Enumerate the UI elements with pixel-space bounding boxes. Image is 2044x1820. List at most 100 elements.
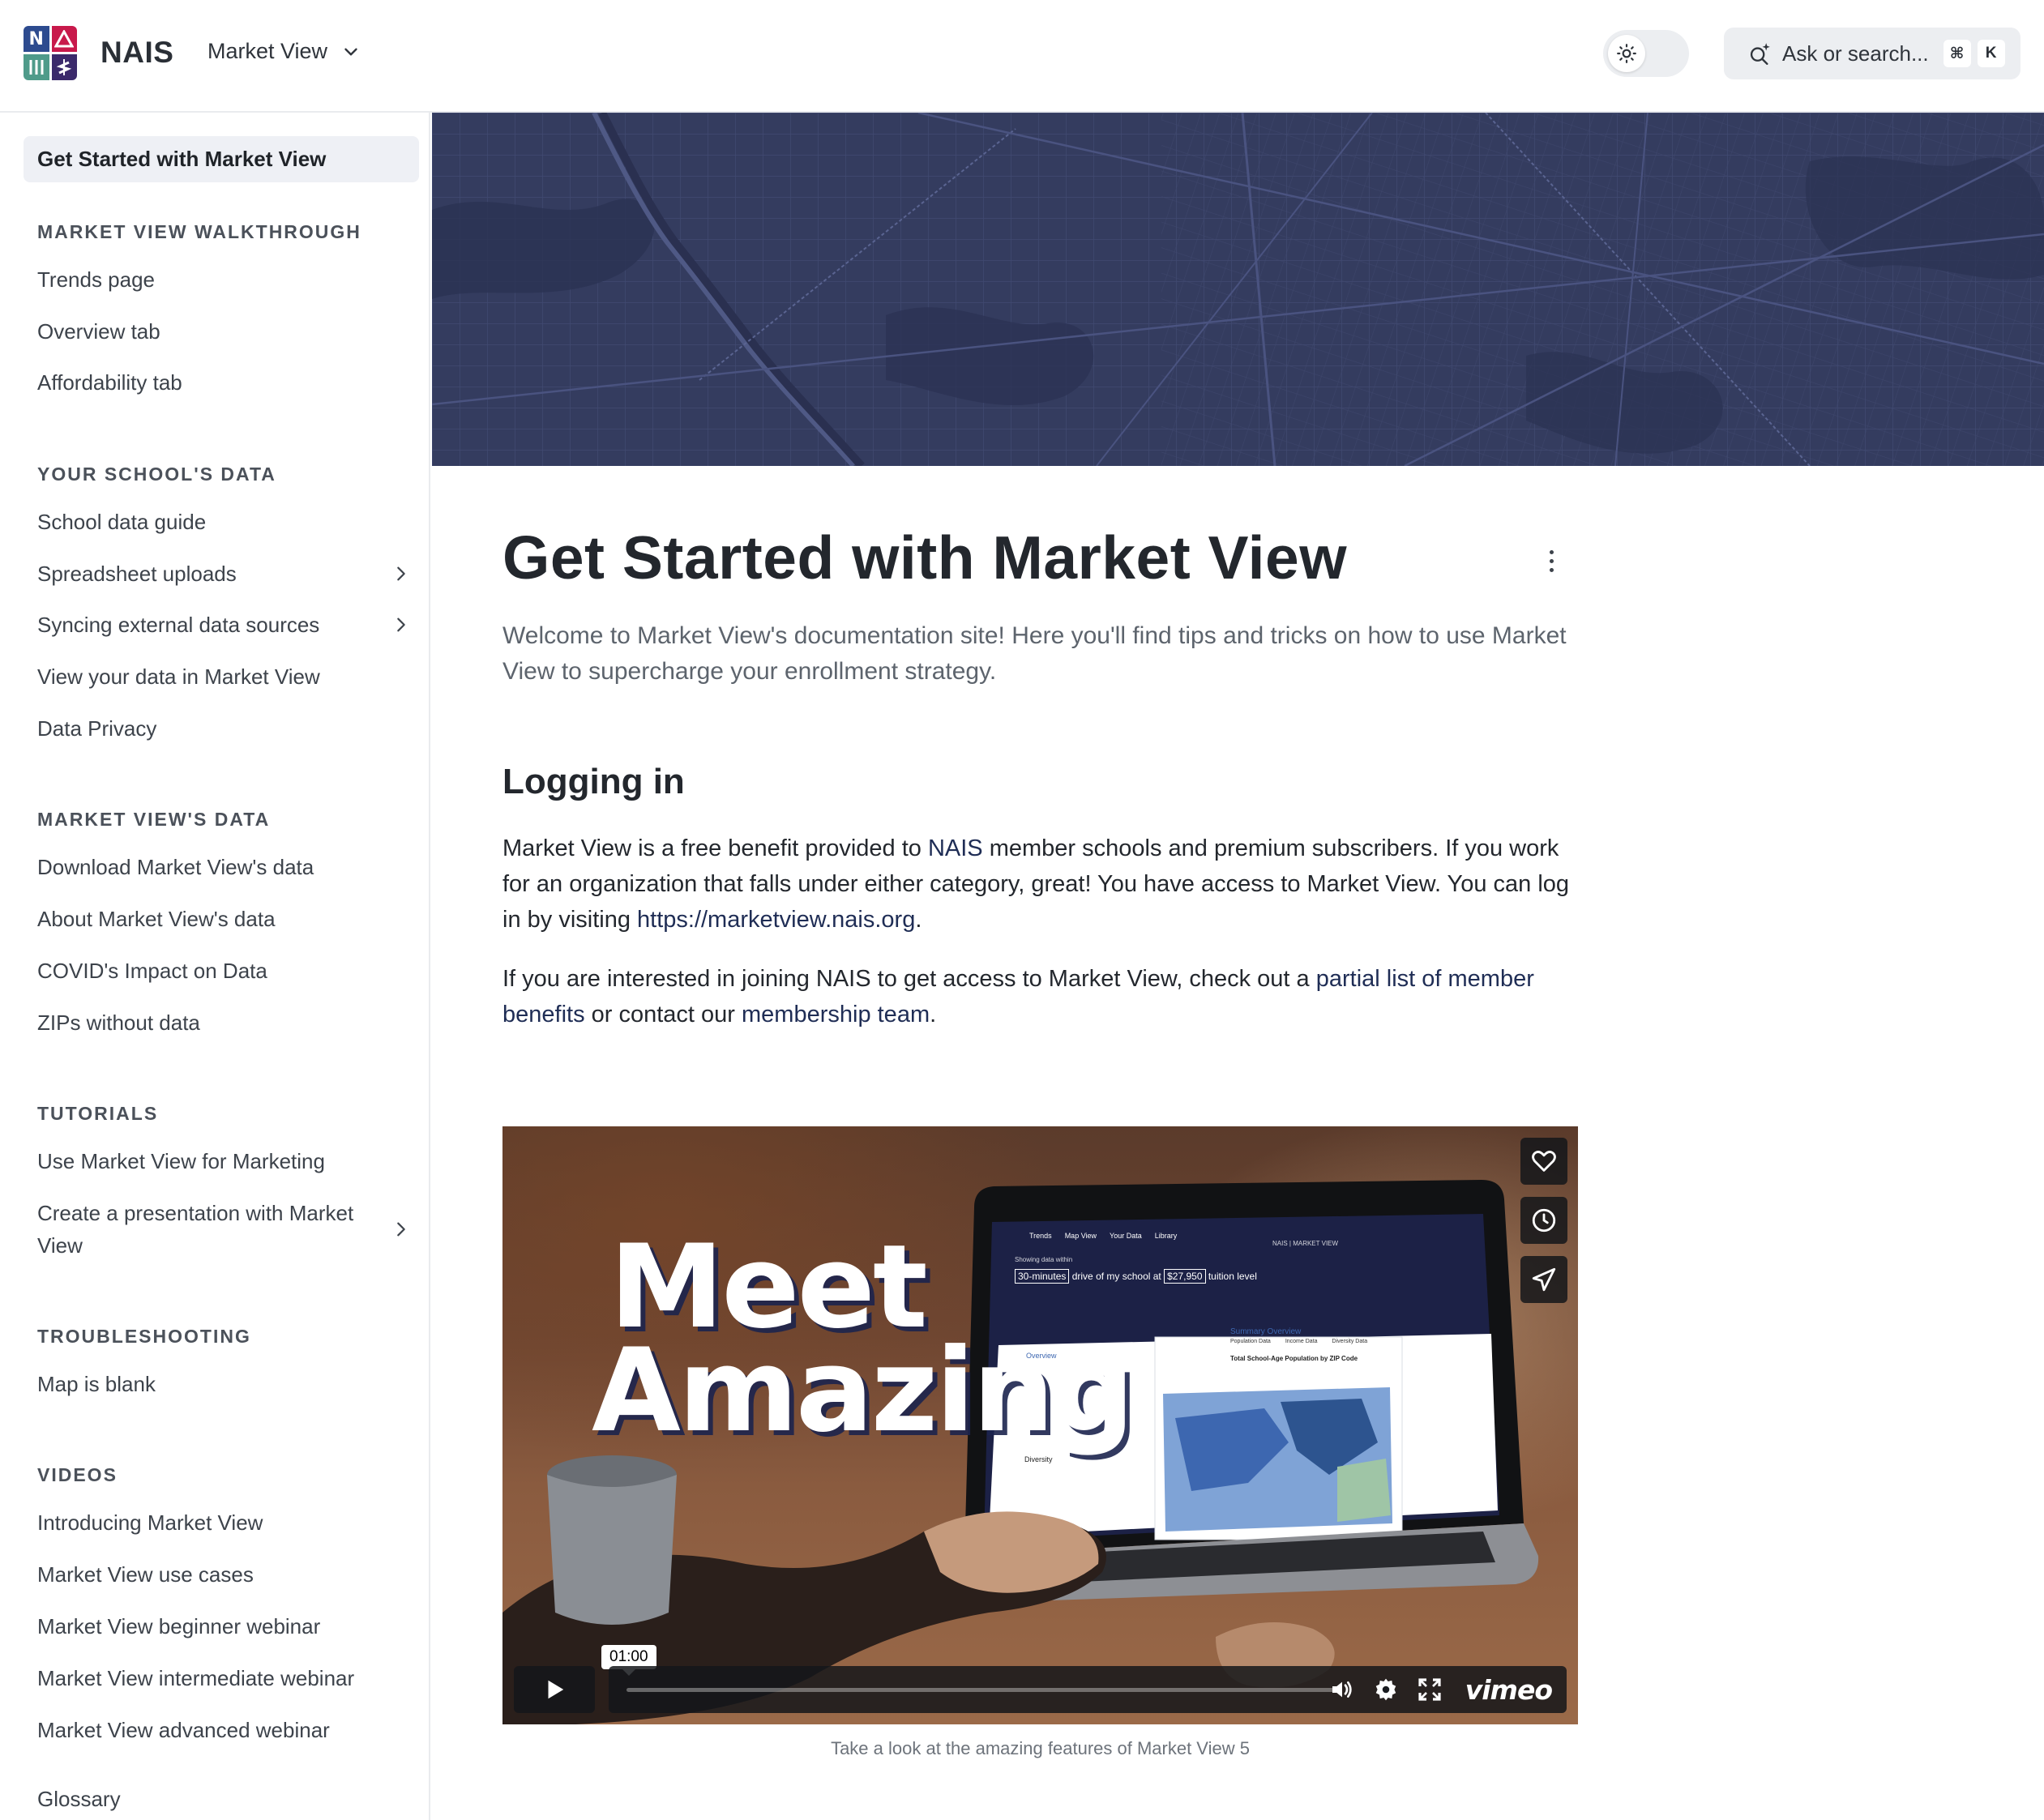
brand-name[interactable]: NAIS bbox=[100, 36, 173, 70]
sidebar-item-label: Affordability tab bbox=[37, 370, 182, 395]
marketview-url-link[interactable]: https://marketview.nais.org bbox=[637, 907, 915, 933]
sidebar-item-affordability-tab[interactable]: Affordability tab bbox=[37, 366, 410, 399]
sidebar-item-spreadsheet-uploads[interactable]: Spreadsheet uploads bbox=[37, 558, 410, 590]
clock-icon bbox=[1532, 1208, 1556, 1233]
logo-bars bbox=[24, 54, 49, 80]
cover-image-map bbox=[432, 113, 2044, 466]
sidebar-item-download-data[interactable]: Download Market View's data bbox=[37, 851, 410, 883]
video-mug-illustration bbox=[547, 1455, 677, 1625]
settings-gear-icon[interactable] bbox=[1373, 1677, 1399, 1703]
chevron-right-icon[interactable] bbox=[392, 616, 410, 634]
sidebar-item-label: Glossary bbox=[37, 1787, 121, 1811]
fullscreen-icon[interactable] bbox=[1417, 1677, 1443, 1703]
video-player[interactable]: Trends Map View Your Data Library NAIS |… bbox=[502, 1126, 1578, 1724]
sidebar-item-data-privacy[interactable]: Data Privacy bbox=[37, 712, 410, 745]
play-button[interactable] bbox=[514, 1666, 595, 1713]
sidebar-item-overview-tab[interactable]: Overview tab bbox=[37, 315, 410, 348]
sidebar-item-advanced-webinar[interactable]: Market View advanced webinar bbox=[37, 1714, 410, 1746]
headline-line-2: Amazing bbox=[592, 1324, 1135, 1458]
para-text: Market View is a free benefit provided t… bbox=[502, 835, 928, 861]
screen-panel-tab: Diversity Data bbox=[1332, 1339, 1368, 1344]
sidebar-item-school-data-guide[interactable]: School data guide bbox=[37, 506, 410, 538]
video-control-bar: vimeo bbox=[609, 1666, 1567, 1713]
sidebar-item-label: Download Market View's data bbox=[37, 855, 314, 879]
nais-link[interactable]: NAIS bbox=[928, 835, 983, 861]
sidebar-item-trends-page[interactable]: Trends page bbox=[37, 263, 410, 296]
sidebar-item-label: Create a presentation with Market View bbox=[37, 1201, 354, 1258]
sidebar-item-label: Market View intermediate webinar bbox=[37, 1666, 355, 1690]
sidebar-item-label: Market View use cases bbox=[37, 1562, 254, 1587]
progress-track[interactable] bbox=[626, 1688, 1335, 1692]
sidebar-item-label: Use Market View for Marketing bbox=[37, 1149, 325, 1173]
watch-later-button[interactable] bbox=[1520, 1197, 1567, 1244]
sun-icon bbox=[1617, 44, 1636, 63]
sidebar-item-map-is-blank[interactable]: Map is blank bbox=[37, 1368, 410, 1400]
search-label: Ask or search... bbox=[1782, 41, 1929, 66]
para-text: . bbox=[930, 1002, 937, 1027]
space-switcher-label: Market View bbox=[207, 39, 328, 63]
chevron-down-icon bbox=[344, 48, 357, 55]
logo-triangle bbox=[51, 26, 77, 52]
sidebar-item-about-data[interactable]: About Market View's data bbox=[37, 903, 410, 935]
vimeo-logo[interactable]: vimeo bbox=[1465, 1674, 1553, 1706]
sidebar-item-beginner-webinar[interactable]: Market View beginner webinar bbox=[37, 1610, 410, 1643]
sidebar-item-label: ZIPs without data bbox=[37, 1010, 200, 1035]
sidebar-item-zips-without-data[interactable]: ZIPs without data bbox=[37, 1006, 410, 1039]
screen-filter-suffix: tuition level bbox=[1208, 1271, 1257, 1282]
para-text: If you are interested in joining NAIS to… bbox=[502, 966, 1316, 992]
sidebar-item-use-cases[interactable]: Market View use cases bbox=[37, 1558, 410, 1591]
logo-dollar bbox=[51, 54, 77, 80]
sidebar-item-label: COVID's Impact on Data bbox=[37, 959, 267, 983]
section-heading-tutorials: TUTORIALS bbox=[37, 1103, 159, 1124]
search-button[interactable]: Ask or search... ⌘ K bbox=[1724, 28, 2020, 79]
section-heading-videos: VIDEOS bbox=[37, 1464, 118, 1485]
map-pattern bbox=[432, 113, 2044, 466]
section-heading-school-data: YOUR SCHOOL'S DATA bbox=[37, 464, 276, 485]
screen-filter-tuition: $27,950 bbox=[1164, 1269, 1206, 1284]
sidebar-item-intermediate-webinar[interactable]: Market View intermediate webinar bbox=[37, 1662, 410, 1694]
sidebar-item-marketing[interactable]: Use Market View for Marketing bbox=[37, 1145, 410, 1177]
heart-icon bbox=[1532, 1151, 1556, 1172]
sidebar-item-view-your-data[interactable]: View your data in Market View bbox=[37, 660, 410, 693]
sidebar-item-label: About Market View's data bbox=[37, 907, 276, 931]
sidebar-item-label: Trends page bbox=[37, 267, 156, 292]
para-text: or contact our bbox=[584, 1002, 742, 1027]
chevron-right-icon[interactable] bbox=[392, 1220, 410, 1238]
top-bar: N NAIS Market View Ask or search... ⌘ K bbox=[0, 0, 2044, 113]
page-title: Get Started with Market View bbox=[502, 523, 1348, 592]
section-heading-troubleshooting: TROUBLESHOOTING bbox=[37, 1326, 251, 1347]
para-text: . bbox=[915, 907, 922, 933]
sidebar-item-get-started[interactable]: Get Started with Market View bbox=[24, 136, 419, 182]
section-heading-market-view-data: MARKET VIEW'S DATA bbox=[37, 809, 271, 830]
volume-icon[interactable] bbox=[1329, 1677, 1355, 1703]
sidebar-item-label: Market View advanced webinar bbox=[37, 1718, 330, 1742]
shortcut-mod: ⌘ bbox=[1943, 40, 1971, 67]
like-button[interactable] bbox=[1520, 1138, 1567, 1185]
sidebar-item-create-presentation[interactable]: Create a presentation with Market View bbox=[37, 1197, 410, 1262]
paragraph-join-nais: If you are interested in joining NAIS to… bbox=[502, 961, 1580, 1032]
nais-logo[interactable]: N bbox=[24, 26, 77, 80]
sidebar-item-covid-impact[interactable]: COVID's Impact on Data bbox=[37, 955, 410, 987]
sidebar-item-label: Market View beginner webinar bbox=[37, 1614, 321, 1638]
sidebar-item-glossary[interactable]: Glossary bbox=[37, 1783, 410, 1815]
video-caption: Take a look at the amazing features of M… bbox=[831, 1738, 1250, 1758]
play-icon bbox=[548, 1680, 564, 1699]
sidebar-item-introducing[interactable]: Introducing Market View bbox=[37, 1506, 410, 1539]
chevron-right-icon[interactable] bbox=[392, 565, 410, 583]
shortcut-key: K bbox=[1977, 40, 2005, 67]
share-button[interactable] bbox=[1520, 1256, 1567, 1303]
theme-toggle[interactable] bbox=[1603, 30, 1689, 77]
screen-panel-tab: Income Data bbox=[1285, 1339, 1318, 1344]
sidebar-item-label: View your data in Market View bbox=[37, 664, 320, 689]
membership-team-link[interactable]: membership team bbox=[742, 1002, 930, 1027]
sidebar-item-syncing-external[interactable]: Syncing external data sources bbox=[37, 609, 410, 641]
space-switcher[interactable]: Market View bbox=[207, 39, 361, 64]
sidebar-item-label: Map is blank bbox=[37, 1372, 156, 1396]
page-lead: Welcome to Market View's documentation s… bbox=[502, 622, 1567, 685]
sidebar-item-label: Data Privacy bbox=[37, 716, 157, 741]
section-heading-logging-in: Logging in bbox=[502, 762, 685, 801]
paragraph-logging-in: Market View is a free benefit provided t… bbox=[502, 831, 1580, 938]
screen-chart-title: Total School-Age Population by ZIP Code bbox=[1230, 1355, 1358, 1362]
page-actions-kebab-icon[interactable] bbox=[1540, 543, 1563, 579]
screen-panel-tab: Population Data bbox=[1230, 1339, 1271, 1344]
